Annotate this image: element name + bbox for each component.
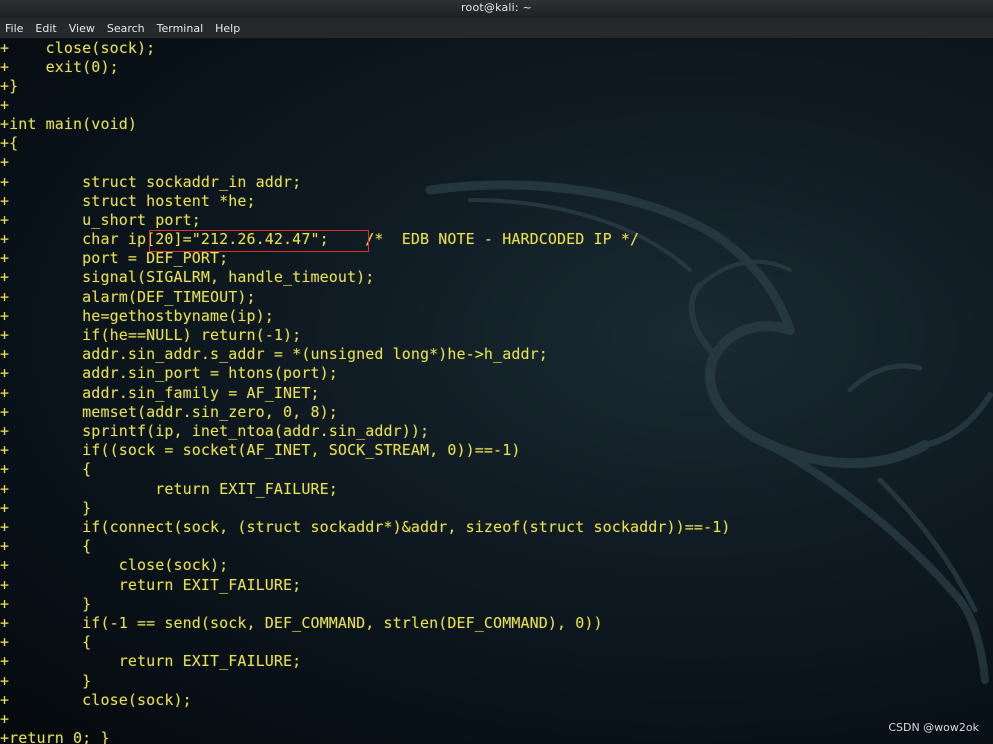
code-line: + { — [0, 460, 92, 478]
window-title: root@kali: ~ — [461, 1, 532, 14]
code-line: +return 0; } — [0, 729, 110, 744]
code-line: + addr.sin_family = AF_INET; — [0, 384, 320, 402]
csdn-watermark: CSDN @wow2ok — [888, 721, 979, 734]
code-line: + alarm(DEF_TIMEOUT); — [0, 288, 256, 306]
code-line: + close(sock); — [0, 556, 229, 574]
code-line: + if(-1 == send(sock, DEF_COMMAND, strle… — [0, 614, 603, 632]
menu-view[interactable]: View — [63, 22, 101, 35]
code-line: + if((sock = socket(AF_INET, SOCK_STREAM… — [0, 441, 521, 459]
hardcoded-ip-highlight-box — [149, 230, 369, 252]
code-line: + exit(0); — [0, 58, 119, 76]
terminal-output[interactable]: + close(sock); + exit(0); +} + +int main… — [0, 39, 993, 744]
terminal-window: root@kali: ~ File Edit View Search Termi… — [0, 0, 993, 744]
code-line: + { — [0, 537, 92, 555]
code-line: + signal(SIGALRM, handle_timeout); — [0, 268, 375, 286]
code-line: + } — [0, 499, 92, 517]
code-line: + if(connect(sock, (struct sockaddr*)&ad… — [0, 518, 731, 536]
code-line: + addr.sin_port = htons(port); — [0, 364, 338, 382]
menu-terminal[interactable]: Terminal — [151, 22, 210, 35]
code-line: + } — [0, 672, 92, 690]
code-line: + { — [0, 633, 92, 651]
menu-search[interactable]: Search — [101, 22, 151, 35]
code-line: +{ — [0, 134, 19, 152]
code-line: + return EXIT_FAILURE; — [0, 652, 302, 670]
code-line: + return EXIT_FAILURE; — [0, 576, 302, 594]
code-line: + } — [0, 595, 92, 613]
code-line: + he=gethostbyname(ip); — [0, 307, 274, 325]
code-line: + addr.sin_addr.s_addr = *(unsigned long… — [0, 345, 548, 363]
code-line: + u_short port; — [0, 211, 201, 229]
code-line: + — [0, 96, 10, 114]
code-line: + — [0, 153, 10, 171]
menu-file[interactable]: File — [0, 22, 29, 35]
code-line: + memset(addr.sin_zero, 0, 8); — [0, 403, 338, 421]
code-line: + sprintf(ip, inet_ntoa(addr.sin_addr)); — [0, 422, 430, 440]
code-line: +} — [0, 77, 19, 95]
code-line: + close(sock); — [0, 691, 192, 709]
code-line: +int main(void) — [0, 115, 137, 133]
menu-bar: File Edit View Search Terminal Help — [0, 18, 993, 39]
code-line: + close(sock); — [0, 39, 156, 57]
code-line: + struct sockaddr_in addr; — [0, 173, 302, 191]
code-line: + if(he==NULL) return(-1); — [0, 326, 302, 344]
title-bar: root@kali: ~ — [0, 0, 993, 18]
code-line: + struct hostent *he; — [0, 192, 256, 210]
menu-help[interactable]: Help — [209, 22, 246, 35]
code-line: + return EXIT_FAILURE; — [0, 480, 338, 498]
code-line: + — [0, 710, 10, 728]
menu-edit[interactable]: Edit — [29, 22, 62, 35]
